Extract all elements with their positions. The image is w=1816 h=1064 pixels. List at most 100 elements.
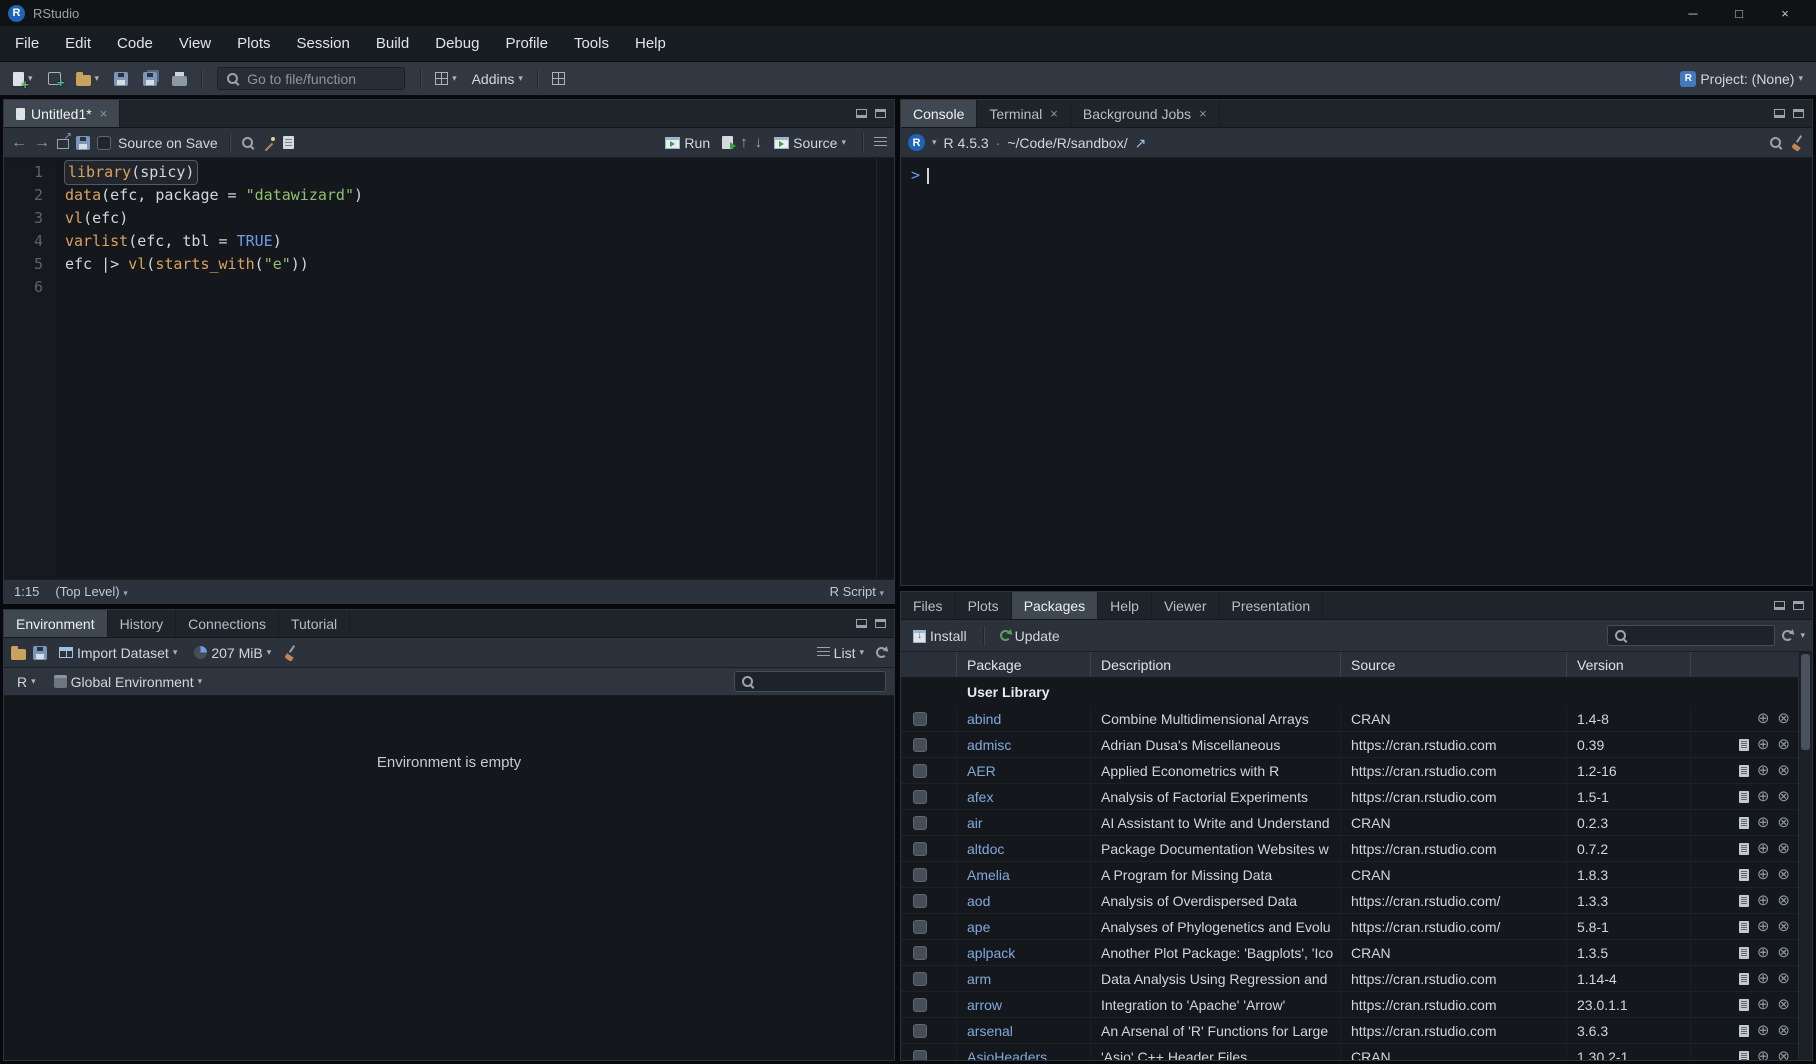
run-next-icon[interactable]: ↓ xyxy=(755,135,763,150)
manual-icon[interactable] xyxy=(1739,1025,1749,1037)
language-selector[interactable]: R ▾ xyxy=(12,669,41,695)
browse-website-icon[interactable]: ⊕ xyxy=(1757,1023,1770,1038)
menu-session[interactable]: Session xyxy=(284,26,363,61)
minimize-window-button[interactable]: ─ xyxy=(1670,0,1716,26)
remove-package-icon[interactable]: ⊗ xyxy=(1777,971,1790,986)
maximize-pane-icon[interactable] xyxy=(1793,601,1804,610)
refresh-icon[interactable] xyxy=(876,647,887,658)
addins-button[interactable]: Addins ▾ xyxy=(467,66,528,92)
minimize-pane-icon[interactable] xyxy=(856,109,867,118)
back-icon[interactable]: ← xyxy=(11,135,27,151)
close-tab-icon[interactable]: × xyxy=(100,106,108,121)
browse-website-icon[interactable]: ⊕ xyxy=(1757,815,1770,830)
view-mode-button[interactable]: List ▾ xyxy=(812,640,869,666)
save-icon[interactable] xyxy=(76,136,90,150)
menu-profile[interactable]: Profile xyxy=(492,26,561,61)
remove-package-icon[interactable]: ⊗ xyxy=(1777,763,1790,778)
menu-debug[interactable]: Debug xyxy=(422,26,492,61)
package-checkbox[interactable] xyxy=(913,894,927,908)
goto-directory-icon[interactable]: ↗ xyxy=(1135,136,1147,150)
browse-website-icon[interactable]: ⊕ xyxy=(1757,945,1770,960)
document-outline-icon[interactable] xyxy=(874,137,887,148)
browse-website-icon[interactable]: ⊕ xyxy=(1757,711,1770,726)
maximize-pane-icon[interactable] xyxy=(875,619,886,628)
manual-icon[interactable] xyxy=(1739,921,1749,933)
menu-file[interactable]: File xyxy=(2,26,52,61)
package-checkbox[interactable] xyxy=(913,790,927,804)
package-checkbox[interactable] xyxy=(913,1024,927,1038)
print-button[interactable] xyxy=(167,66,192,92)
minimize-pane-icon[interactable] xyxy=(1774,109,1785,118)
file-type-selector[interactable]: R Script ▾ xyxy=(830,584,884,599)
remove-package-icon[interactable]: ⊗ xyxy=(1777,841,1790,856)
browse-website-icon[interactable]: ⊕ xyxy=(1757,789,1770,804)
browse-website-icon[interactable]: ⊕ xyxy=(1757,893,1770,908)
menu-help[interactable]: Help xyxy=(622,26,679,61)
browse-website-icon[interactable]: ⊕ xyxy=(1757,1049,1770,1060)
package-checkbox[interactable] xyxy=(913,816,927,830)
packages-scrollbar[interactable] xyxy=(1798,652,1812,1060)
package-link[interactable]: air xyxy=(967,815,983,831)
package-link[interactable]: ape xyxy=(967,919,990,935)
new-project-button[interactable] xyxy=(43,66,66,92)
open-file-button[interactable]: ▾ xyxy=(71,66,105,92)
compile-report-icon[interactable] xyxy=(283,136,294,149)
package-link[interactable]: Amelia xyxy=(967,867,1010,883)
save-button[interactable] xyxy=(109,66,133,92)
remove-package-icon[interactable]: ⊗ xyxy=(1777,815,1790,830)
package-link[interactable]: arrow xyxy=(967,997,1002,1013)
editor-tab-untitled1[interactable]: Untitled1* × xyxy=(4,100,120,127)
remove-package-icon[interactable]: ⊗ xyxy=(1777,737,1790,752)
code-editor[interactable]: 123456 library(spicy)data(efc, package =… xyxy=(4,158,894,579)
manual-icon[interactable] xyxy=(1739,739,1749,751)
close-tab-icon[interactable]: × xyxy=(1050,106,1058,121)
maximize-window-button[interactable]: □ xyxy=(1716,0,1762,26)
tab-tutorial[interactable]: Tutorial xyxy=(279,610,350,637)
package-checkbox[interactable] xyxy=(913,946,927,960)
clear-console-icon[interactable] xyxy=(1790,135,1805,150)
manual-icon[interactable] xyxy=(1739,791,1749,803)
header-source[interactable]: Source xyxy=(1341,652,1567,677)
load-workspace-icon[interactable] xyxy=(11,649,26,660)
manual-icon[interactable] xyxy=(1739,1051,1749,1061)
package-checkbox[interactable] xyxy=(913,738,927,752)
package-checkbox[interactable] xyxy=(913,868,927,882)
remove-package-icon[interactable]: ⊗ xyxy=(1777,945,1790,960)
manual-icon[interactable] xyxy=(1739,765,1749,777)
environment-search-input[interactable] xyxy=(734,671,886,692)
source-on-save-checkbox[interactable] xyxy=(97,136,111,150)
package-checkbox[interactable] xyxy=(913,712,927,726)
package-link[interactable]: altdoc xyxy=(967,841,1004,857)
search-console-icon[interactable] xyxy=(1769,136,1783,150)
code-tools-icon[interactable] xyxy=(262,136,276,150)
tab-console[interactable]: Console xyxy=(901,100,977,127)
remove-package-icon[interactable]: ⊗ xyxy=(1777,1023,1790,1038)
manual-icon[interactable] xyxy=(1739,973,1749,985)
package-checkbox[interactable] xyxy=(913,920,927,934)
browse-website-icon[interactable]: ⊕ xyxy=(1757,997,1770,1012)
menu-edit[interactable]: Edit xyxy=(52,26,104,61)
browse-website-icon[interactable]: ⊕ xyxy=(1757,841,1770,856)
browse-website-icon[interactable]: ⊕ xyxy=(1757,763,1770,778)
run-previous-icon[interactable]: ↑ xyxy=(740,135,748,150)
packages-search-input[interactable] xyxy=(1607,625,1775,646)
manual-icon[interactable] xyxy=(1739,817,1749,829)
package-link[interactable]: admisc xyxy=(967,737,1011,753)
tab-terminal[interactable]: Terminal× xyxy=(977,100,1071,127)
install-button[interactable]: Install xyxy=(908,623,972,649)
tab-help[interactable]: Help xyxy=(1098,592,1152,619)
package-link[interactable]: aplpack xyxy=(967,945,1015,961)
clear-workspace-icon[interactable] xyxy=(283,645,298,660)
minimize-pane-icon[interactable] xyxy=(856,619,867,628)
workspace-panes-button[interactable]: ▾ xyxy=(430,66,462,92)
manual-icon[interactable] xyxy=(1739,947,1749,959)
package-link[interactable]: afex xyxy=(967,789,993,805)
source-button[interactable]: Source ▾ xyxy=(769,130,851,156)
package-link[interactable]: AER xyxy=(967,763,996,779)
tab-viewer[interactable]: Viewer xyxy=(1152,592,1220,619)
environment-scope-selector[interactable]: Global Environment ▾ xyxy=(49,669,207,695)
r-session-icon[interactable]: R xyxy=(908,134,925,151)
manual-icon[interactable] xyxy=(1739,843,1749,855)
manual-icon[interactable] xyxy=(1739,999,1749,1011)
menu-build[interactable]: Build xyxy=(363,26,422,61)
